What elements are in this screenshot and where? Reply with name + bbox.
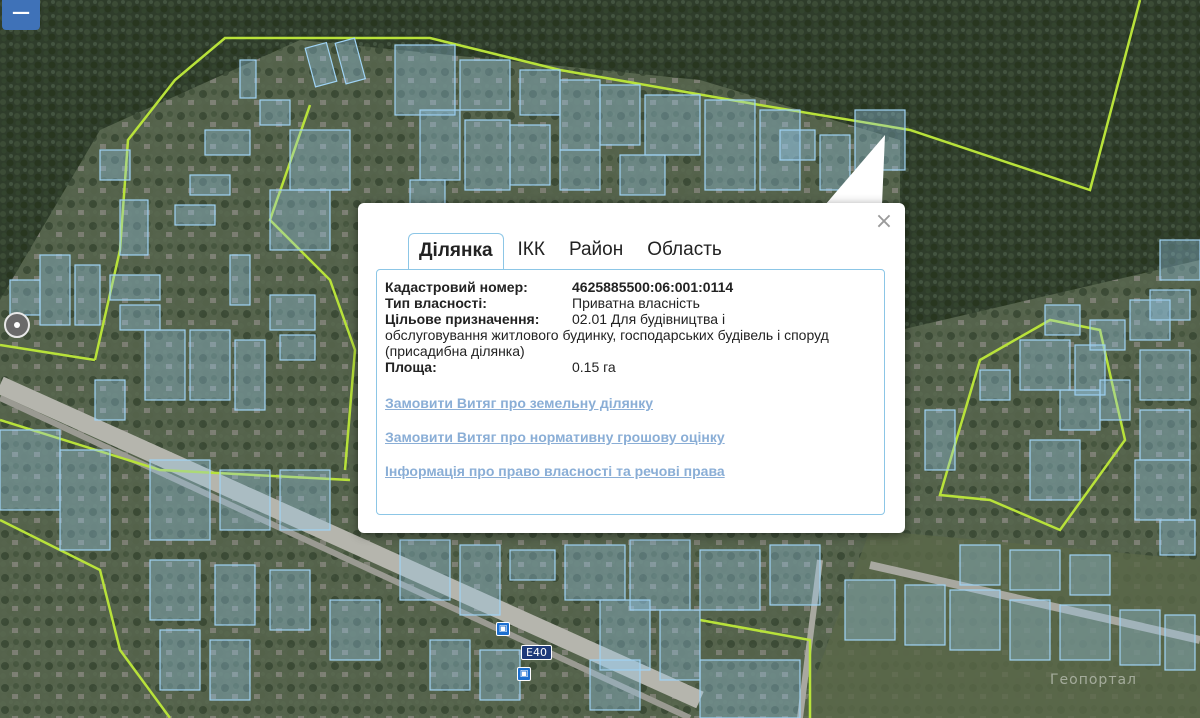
area-row: Площа: 0.15 га [385,359,876,375]
order-valuation-extract-link[interactable]: Замовити Витяг про нормативну грошову оц… [385,429,876,445]
order-parcel-extract-link[interactable]: Замовити Витяг про земельну ділянку [385,395,876,411]
ownership-rights-info-link[interactable]: Інформація про право власності та речові… [385,463,876,479]
watermark: Геoпортал [1050,672,1138,688]
purpose-value-continued: обслуговування житлового будинку, господ… [385,327,829,359]
close-icon[interactable]: × [873,211,895,233]
cadastral-label: Кадастровий номер: [385,279,528,295]
bus-stop-icon: ▣ [517,667,531,681]
area-label: Площа: [385,359,437,375]
purpose-label: Цільове призначення: [385,311,540,327]
tab-parcel[interactable]: Ділянка [408,233,504,270]
ownership-label: Тип власності: [385,295,487,311]
popup-pointer [825,135,885,205]
location-marker-icon[interactable] [4,312,30,338]
road-label: Е40 [521,645,552,660]
parcel-info-popup: × Ділянка ІКК Район Область Кадастровий … [358,203,905,533]
tab-ikk[interactable]: ІКК [508,233,555,269]
bus-stop-icon: ▣ [496,622,510,636]
parcel-details-panel: Кадастровий номер: 4625885500:06:001:011… [376,269,885,515]
cadastral-number: 4625885500:06:001:0114 [572,279,734,295]
ownership-value: Приватна власність [572,295,700,311]
cadastral-row: Кадастровий номер: 4625885500:06:001:011… [385,279,876,295]
popup-tabs: Ділянка ІКК Район Область [408,231,736,270]
zoom-out-button[interactable]: − [2,0,40,30]
area-value: 0.15 га [572,359,616,375]
ownership-row: Тип власності: Приватна власність [385,295,876,311]
tab-district[interactable]: Район [559,233,633,269]
purpose-row: Цільове призначення: 02.01 Для будівницт… [385,311,876,327]
tab-region[interactable]: Область [637,233,732,269]
purpose-value-line1: 02.01 Для будівництва і [572,311,726,327]
